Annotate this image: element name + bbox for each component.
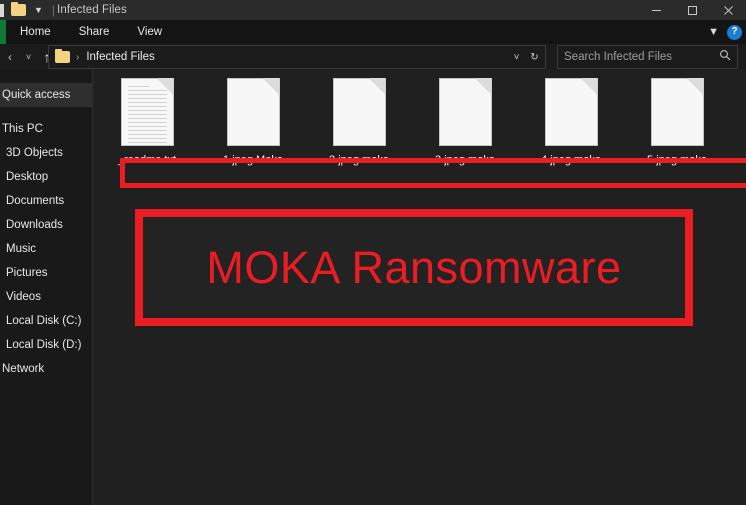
- file-grid: _readme.txt 1.jpeg.Moka 2.jpeg.moka 3.jpeg.…: [94, 78, 730, 166]
- blank-file-icon: [650, 78, 704, 146]
- chevron-down-icon[interactable]: ▼: [708, 26, 719, 38]
- window-title: Infected Files: [57, 4, 127, 16]
- sidebar-item-label: Downloads: [6, 219, 63, 231]
- file-name-label: _readme.txt: [117, 154, 177, 166]
- file-item[interactable]: 5.jpeg.moka: [624, 78, 730, 166]
- close-button[interactable]: [710, 0, 746, 20]
- toolbar-separator: |: [51, 3, 56, 17]
- file-name-label: 5.jpeg.moka: [647, 154, 707, 166]
- file-item[interactable]: 2.jpeg.moka: [306, 78, 412, 166]
- page-fold-icon: [474, 78, 492, 95]
- sidebar-item-label: Local Disk (C:): [6, 315, 82, 327]
- quick-access-toolbar[interactable]: ▼ |: [0, 0, 57, 20]
- sidebar-item-label: Videos: [6, 291, 41, 303]
- minimize-button[interactable]: [638, 0, 674, 20]
- file-explorer-window: ▼ | Infected Files Home Share View ▼ ? ‹…: [0, 0, 746, 505]
- sidebar-item-documents[interactable]: Documents: [0, 189, 92, 213]
- recent-locations-button[interactable]: ˅: [20, 44, 37, 70]
- sidebar-item-quick-access[interactable]: Quick access: [0, 83, 92, 107]
- folder-icon[interactable]: [11, 2, 26, 16]
- window-controls: [638, 0, 746, 20]
- search-box[interactable]: Search Infected Files: [557, 45, 738, 69]
- search-input[interactable]: Search Infected Files: [564, 51, 719, 63]
- path-breadcrumb[interactable]: › Infected Files ˅ ↻: [48, 45, 546, 69]
- pin-icon: [0, 3, 4, 17]
- maximize-button[interactable]: [674, 0, 710, 20]
- sidebar-item-3d-objects[interactable]: 3D Objects: [0, 141, 92, 165]
- chevron-down-icon[interactable]: ▼: [34, 5, 43, 15]
- banner-label: MOKA Ransomware: [206, 241, 622, 293]
- title-bar: ▼ | Infected Files: [0, 0, 746, 20]
- sidebar-item-this-pc[interactable]: This PC: [0, 117, 92, 141]
- chevron-down-icon[interactable]: ˅: [508, 46, 525, 68]
- sidebar-item-music[interactable]: Music: [0, 237, 92, 261]
- file-name-label: 4.jpeg.moka: [541, 154, 601, 166]
- sidebar-item-label: This PC: [2, 123, 43, 135]
- sidebar-item-label: Music: [6, 243, 37, 255]
- file-name-label: 2.jpeg.moka: [329, 154, 389, 166]
- sidebar-divider: [0, 107, 92, 117]
- blank-file-icon: [332, 78, 386, 146]
- path-controls: ˅ ↻: [508, 46, 545, 68]
- sidebar-item-label: Desktop: [6, 171, 49, 183]
- refresh-icon[interactable]: ↻: [526, 46, 543, 68]
- page-fold-icon: [580, 78, 598, 95]
- ribbon-right-controls: ▼ ?: [708, 20, 742, 44]
- file-item[interactable]: 1.jpeg.Moka: [200, 78, 306, 166]
- help-icon[interactable]: ?: [727, 24, 742, 40]
- sidebar-item-downloads[interactable]: Downloads: [0, 213, 92, 237]
- sidebar-item-pictures[interactable]: Pictures: [0, 261, 92, 285]
- search-icon: [719, 48, 731, 66]
- sidebar-item-label: Quick access: [2, 89, 71, 101]
- back-button[interactable]: ‹: [0, 44, 20, 70]
- sidebar-item-local-disk-c[interactable]: Local Disk (C:): [0, 309, 92, 333]
- sidebar-item-videos[interactable]: Videos: [0, 285, 92, 309]
- page-fold-icon: [368, 78, 386, 95]
- sidebar-item-label: Pictures: [6, 267, 48, 279]
- breadcrumb-separator: ›: [76, 51, 80, 63]
- blank-file-icon: [438, 78, 492, 146]
- sidebar-item-local-disk-d[interactable]: Local Disk (D:): [0, 333, 92, 357]
- tab-view[interactable]: View: [123, 20, 176, 44]
- text-file-icon: [120, 78, 174, 146]
- file-name-label: 1.jpeg.Moka: [223, 154, 283, 166]
- blank-file-icon: [544, 78, 598, 146]
- file-item[interactable]: 3.jpeg.moka: [412, 78, 518, 166]
- blank-file-icon: [226, 78, 280, 146]
- ribbon-tab-bar: Home Share View ▼ ?: [0, 20, 746, 44]
- sidebar-item-label: Local Disk (D:): [6, 339, 82, 351]
- sidebar-item-network[interactable]: Network: [0, 357, 92, 381]
- text-lines: [127, 86, 167, 143]
- page-fold-icon: [262, 78, 280, 95]
- file-item[interactable]: 4.jpeg.moka: [518, 78, 624, 166]
- breadcrumb-current-folder[interactable]: Infected Files: [86, 51, 154, 63]
- sidebar-item-label: Network: [2, 363, 45, 375]
- tab-home[interactable]: Home: [6, 20, 65, 44]
- tab-share[interactable]: Share: [65, 20, 124, 44]
- page-fold-icon: [686, 78, 704, 95]
- sidebar-item-label: 3D Objects: [6, 147, 63, 159]
- file-name-label: 3.jpeg.moka: [435, 154, 495, 166]
- ransomware-banner: MOKA Ransomware: [135, 209, 693, 326]
- file-item[interactable]: _readme.txt: [94, 78, 200, 166]
- folder-icon: [55, 49, 70, 63]
- sidebar-item-label: Documents: [6, 195, 65, 207]
- navigation-pane[interactable]: Quick access This PC 3D Objects Desktop Docu…: [0, 70, 93, 505]
- sidebar-item-desktop[interactable]: Desktop: [0, 165, 92, 189]
